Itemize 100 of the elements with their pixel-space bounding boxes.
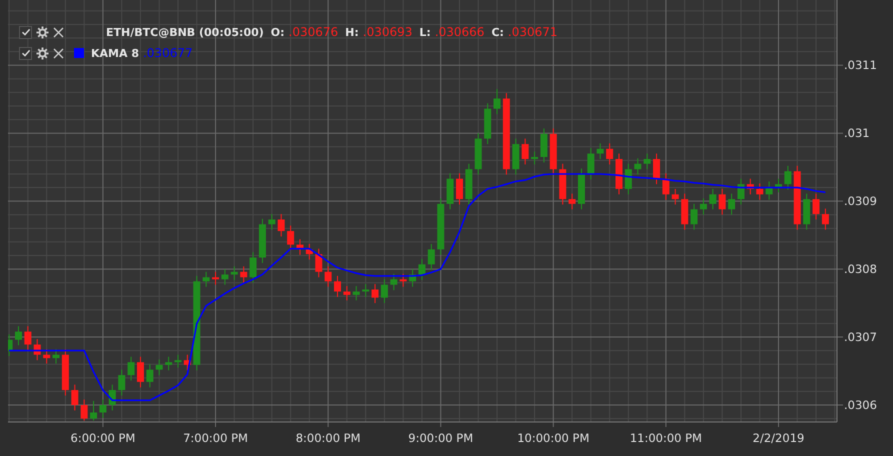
candlestick [634, 158, 642, 176]
candlestick [681, 193, 688, 230]
candlestick [240, 266, 248, 284]
candlestick [136, 356, 144, 388]
candlestick [474, 132, 482, 176]
candlestick [184, 354, 191, 371]
field-label: C: [491, 26, 504, 38]
candlestick [296, 238, 304, 256]
candlestick [456, 172, 463, 206]
candlestick [352, 286, 360, 301]
candlestick [578, 168, 585, 210]
candlestick [156, 358, 163, 376]
checkbox[interactable] [19, 46, 32, 60]
y-axis-label: .0307 [844, 330, 877, 344]
candlestick [306, 243, 313, 260]
candlestick [596, 142, 604, 160]
candlestick [428, 243, 435, 270]
candlestick [437, 198, 444, 256]
candlestick [108, 384, 116, 411]
candlestick [400, 273, 407, 288]
candlestick [700, 198, 707, 216]
candlestick [287, 225, 294, 251]
x-axis-label: 10:00:00 PM [517, 431, 590, 445]
candlestick [90, 400, 98, 422]
field-value: .030666 [434, 25, 484, 39]
candlestick [812, 193, 820, 220]
y-axis-label: .031 [844, 126, 870, 140]
candlestick [128, 356, 135, 382]
candlestick [531, 151, 538, 165]
candlestick [165, 356, 172, 371]
candlestick [14, 326, 22, 346]
candlestick [822, 208, 829, 230]
candlestick [418, 258, 426, 280]
candlestick [43, 348, 50, 364]
field-label: H: [345, 26, 359, 38]
candlestick [644, 153, 651, 170]
candlestick [202, 271, 210, 288]
candlestick [409, 268, 416, 288]
field-value: .030693 [362, 25, 412, 39]
candlestick [62, 348, 69, 396]
indicator-name: KAMA 8 [91, 46, 139, 60]
candlestick [690, 203, 698, 230]
candlestick [559, 163, 566, 206]
x-axis-label: 2/2/2019 [752, 431, 804, 445]
candlestick [212, 271, 220, 286]
candlestick [616, 153, 622, 195]
field-value: .030676 [288, 25, 338, 39]
candlestick [71, 384, 78, 411]
candlestick [362, 284, 370, 298]
candlestick [268, 214, 276, 230]
candlestick [343, 286, 350, 301]
candlestick [52, 348, 60, 364]
field-label: L: [419, 26, 431, 38]
candlestick [278, 214, 285, 237]
candlestick [24, 326, 32, 350]
close-icon[interactable] [53, 26, 64, 38]
close-icon[interactable] [53, 48, 64, 58]
candlestick [766, 180, 773, 200]
candlestick [484, 102, 492, 145]
candlestick [258, 218, 266, 264]
candlestick [746, 178, 754, 195]
candlestick [99, 399, 106, 418]
candlestick [653, 153, 660, 185]
checkbox[interactable] [19, 26, 32, 38]
candlestick [390, 273, 398, 291]
candlestick [324, 266, 332, 288]
candlestick [230, 266, 238, 280]
candlestick [728, 193, 736, 216]
x-axis-label: 7:00:00 PM [183, 431, 248, 445]
candlestick [372, 284, 379, 304]
candlestick [334, 275, 341, 298]
indicator-value: .030677 [142, 46, 193, 60]
candlestick [8, 334, 13, 357]
candlestick [34, 338, 41, 361]
candlestick [80, 399, 88, 422]
candlestick [718, 188, 726, 216]
series-name: ETH/BTC@BNB (00:05:00) [106, 26, 264, 38]
x-axis-label: 8:00:00 PM [296, 431, 361, 445]
y-axis-label: .0309 [844, 194, 877, 208]
candlestick [624, 163, 632, 195]
settings-icon[interactable] [36, 26, 49, 38]
candlestick [737, 178, 744, 206]
candlestick [221, 268, 228, 286]
candlestick [672, 188, 679, 206]
candlestick [494, 88, 501, 115]
candlestick [512, 138, 520, 176]
candlestick [775, 178, 782, 193]
candlestick [446, 172, 454, 210]
candlestick [118, 369, 126, 396]
settings-icon[interactable] [36, 46, 49, 60]
candlestick [550, 128, 557, 176]
x-axis-label: 9:00:00 PM [408, 431, 474, 445]
candlestick [587, 148, 594, 180]
candlestick [540, 128, 548, 163]
candlestick [606, 142, 614, 165]
candlestick [522, 138, 529, 165]
y-axis-label: .0311 [844, 58, 877, 72]
x-axis-label: 6:00:00 PM [70, 431, 136, 445]
candlestick [756, 182, 764, 200]
candlestick [146, 364, 154, 388]
